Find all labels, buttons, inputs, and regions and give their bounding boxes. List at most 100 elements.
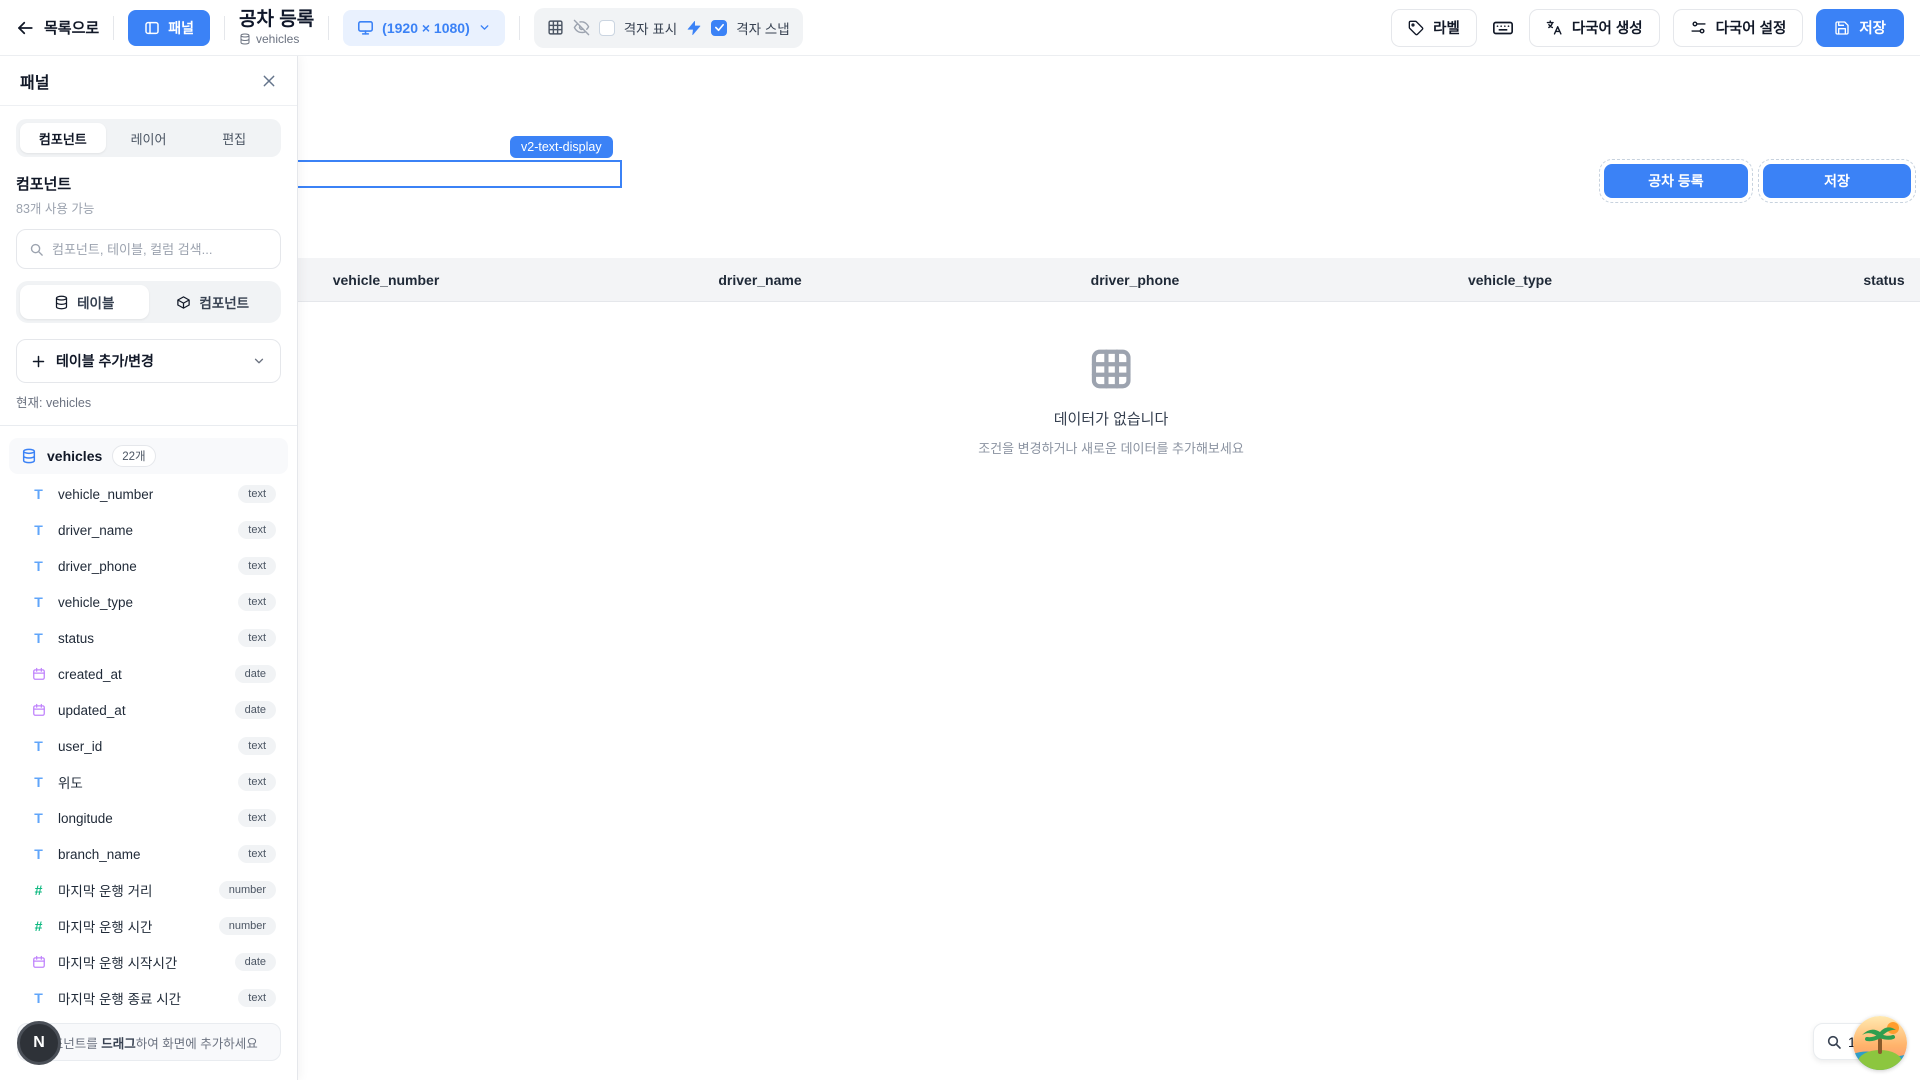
empty-state-subtitle: 조건을 변경하거나 새로운 데이터를 추가해보세요 [978,438,1244,457]
chevron-down-icon [252,354,266,368]
field-type-badge: text [238,485,276,503]
table-group-header[interactable]: vehicles 22개 [9,438,288,474]
monitor-icon [357,19,374,36]
add-change-table-button[interactable]: 테이블 추가/변경 [16,339,281,383]
languages-icon [1546,19,1563,36]
field-item[interactable]: updated_at date [9,692,288,728]
lightning-icon [686,20,702,36]
current-table-label: 현재: vehicles [16,392,281,411]
field-type-badge: date [235,701,276,719]
keyboard-icon [1492,17,1514,39]
field-name: 위도 [58,772,83,792]
field-item[interactable]: Tdriver_phone text [9,548,288,584]
close-icon[interactable] [261,73,277,89]
column-header[interactable]: driver_name [718,272,801,288]
field-name: 마지막 운행 종료 시간 [58,988,181,1008]
label-button[interactable]: 라벨 [1391,9,1477,47]
viewport-size-dropdown[interactable]: (1920 × 1080) [343,10,505,46]
panel-toggle-button[interactable]: 패널 [128,10,210,46]
row-count-badge: 22개 [112,445,155,467]
grid-show-checkbox[interactable] [599,20,615,36]
tab-layers[interactable]: 레이어 [106,123,192,153]
field-name: 마지막 운행 시간 [58,916,152,936]
i18n-generate-button[interactable]: 다국어 생성 [1529,9,1660,47]
field-item[interactable]: T 위도 text [9,764,288,800]
grid-snap-checkbox[interactable] [711,20,727,36]
table-name: vehicles [47,448,102,464]
text-type-icon: T [31,594,46,610]
field-item[interactable]: Tlongitude text [9,800,288,836]
number-type-icon: # [31,882,46,898]
column-header[interactable]: driver_phone [1091,272,1180,288]
text-type-icon: T [31,522,46,538]
field-name: vehicle_number [58,487,153,502]
divider [113,16,114,40]
field-type-badge: text [238,989,276,1007]
field-type-badge: text [238,593,276,611]
field-item[interactable]: T 마지막 운행 종료 시간 text [9,980,288,1016]
text-type-icon: T [31,558,46,574]
top-toolbar: 목록으로 패널 공차 등록 vehicles [0,0,1920,56]
tab-edit[interactable]: 편집 [191,123,277,153]
field-type-badge: text [238,557,276,575]
empty-state: 데이터가 없습니다 조건을 변경하거나 새로운 데이터를 추가해보세요 [978,346,1244,457]
canvas-register-button[interactable]: 공차 등록 [1604,164,1748,198]
field-item[interactable]: Tstatus text [9,620,288,656]
column-header[interactable]: vehicle_number [333,272,440,288]
number-type-icon: # [31,918,46,934]
field-name: updated_at [58,703,126,718]
field-type-badge: text [238,629,276,647]
text-type-icon: T [31,990,46,1006]
field-type-badge: date [235,665,276,683]
toggle-tables[interactable]: 테이블 [20,285,149,319]
search-input[interactable] [52,242,268,257]
island-avatar[interactable] [1853,1016,1907,1070]
field-item[interactable]: Tbranch_nametext [9,836,288,872]
bound-table-name: vehicles [256,33,299,47]
column-header[interactable]: status [1863,272,1904,288]
back-to-list-button[interactable]: 목록으로 [16,17,99,38]
components-panel: 패널 컴포넌트 레이어 편집 컴포넌트 83개 사용 가능 [0,56,298,1080]
toggle-components[interactable]: 컴포넌트 [149,285,278,319]
field-item[interactable]: Tdriver_nametext [9,512,288,548]
field-name: longitude [58,811,113,826]
field-item[interactable]: Tvehicle_numbertext [9,476,288,512]
field-type-badge: text [238,773,276,791]
divider [0,425,297,426]
keyboard-shortcuts-button[interactable] [1490,9,1516,47]
field-name: 마지막 운행 거리 [58,880,152,900]
panel-icon [144,20,160,36]
text-type-icon: T [31,774,46,790]
component-search[interactable] [16,229,281,269]
database-icon [21,448,37,464]
i18n-settings-button[interactable]: 다국어 설정 [1673,9,1804,47]
field-item[interactable]: 마지막 운행 시작시간date [9,944,288,980]
field-type-badge: text [238,845,276,863]
field-item[interactable]: Tvehicle_typetext [9,584,288,620]
tab-components[interactable]: 컴포넌트 [20,123,106,153]
text-type-icon: T [31,630,46,646]
field-type-badge: text [238,737,276,755]
field-item[interactable]: Tuser_idtext [9,728,288,764]
column-header[interactable]: vehicle_type [1468,272,1552,288]
save-floppy-icon [1834,20,1850,36]
date-type-icon [31,703,46,717]
field-name: status [58,631,94,646]
field-name: driver_phone [58,559,137,574]
field-item[interactable]: #마지막 운행 시간number [9,908,288,944]
field-item[interactable]: created_atdate [9,656,288,692]
field-type-badge: text [238,809,276,827]
save-button[interactable]: 저장 [1816,9,1904,47]
chevron-down-icon [478,21,491,34]
canvas-save-button[interactable]: 저장 [1763,164,1911,198]
eye-off-icon [573,19,590,36]
field-type-badge: text [238,521,276,539]
panel-title: 패널 [20,69,49,93]
user-avatar[interactable]: N [17,1021,61,1065]
date-type-icon [31,955,46,969]
package-icon [176,295,191,310]
field-item[interactable]: #마지막 운행 거리number [9,872,288,908]
text-type-icon: T [31,810,46,826]
field-name: user_id [58,739,102,754]
empty-table-icon [1088,346,1134,392]
